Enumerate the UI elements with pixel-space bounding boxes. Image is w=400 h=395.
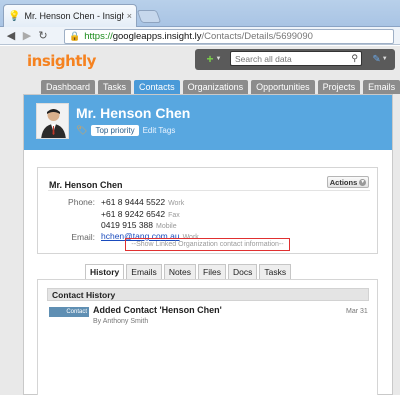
phone-type: Work: [168, 200, 185, 207]
history-item-author: By Anthony Smith: [93, 318, 149, 325]
phone-work: +61 8 9444 5522 Work: [101, 197, 184, 207]
search-field[interactable]: ⚲: [230, 51, 362, 66]
phone-number: 0419 915 388: [101, 220, 153, 230]
actions-label: Actions: [329, 177, 358, 187]
divider: [48, 190, 370, 191]
browser-tab[interactable]: 💡 Mr. Henson Chen - Insightl ×: [3, 4, 137, 27]
tag-top-priority[interactable]: Top priority: [91, 125, 139, 136]
lightbulb-favicon-icon: 💡: [8, 10, 21, 22]
nav-tab-organizations[interactable]: Organizations: [182, 80, 249, 94]
close-tab-icon[interactable]: ×: [127, 11, 132, 21]
content-tabs: History Emails Notes Files Docs Tasks: [85, 264, 292, 279]
phone-mobile: 0419 915 388 Mobile: [101, 220, 177, 230]
add-new-button[interactable]: + ▼: [201, 52, 227, 66]
url-host: googleapps.insight.ly: [112, 31, 202, 42]
history-header: Contact History: [47, 288, 369, 301]
nav-tab-projects[interactable]: Projects: [317, 80, 361, 94]
search-input[interactable]: [235, 54, 345, 64]
actions-button[interactable]: Actions ▼: [327, 176, 369, 188]
address-bar[interactable]: 🔒 https://googleapps.insight.ly/Contacts…: [64, 29, 394, 44]
back-icon[interactable]: ◀: [4, 29, 18, 43]
url-path: /Contacts/Details/5699090: [201, 31, 313, 42]
lock-icon: 🔒: [69, 31, 81, 41]
phone-label: Phone:: [68, 197, 95, 207]
tab-tasks[interactable]: Tasks: [259, 264, 292, 279]
tab-notes[interactable]: Notes: [163, 264, 197, 279]
browser-tab-title: Mr. Henson Chen - Insightl: [24, 11, 124, 21]
wrench-icon: ✎: [372, 53, 381, 65]
history-item-date: Mar 31: [346, 308, 368, 315]
contact-name-heading: Mr. Henson Chen: [76, 105, 191, 121]
tab-emails[interactable]: Emails: [126, 264, 162, 279]
settings-button[interactable]: ✎ ▼: [370, 52, 390, 66]
email-label: Email:: [71, 232, 95, 242]
history-item-badge: Contact: [49, 307, 89, 317]
nav-tab-contacts[interactable]: Contacts: [134, 80, 180, 94]
plus-icon: +: [206, 52, 214, 66]
search-icon[interactable]: ⚲: [351, 53, 358, 64]
nav-tab-tasks[interactable]: Tasks: [98, 80, 132, 94]
url-scheme: https://: [84, 31, 113, 42]
history-item-title[interactable]: Added Contact 'Henson Chen': [93, 305, 222, 315]
tag-icon: 🏷: [76, 125, 88, 135]
forward-icon[interactable]: ▶: [20, 29, 34, 43]
tab-history[interactable]: History: [85, 264, 125, 279]
show-linked-org-link[interactable]: --Show Linked Organization contact infor…: [125, 238, 290, 251]
nav-tab-opportunities[interactable]: Opportunities: [251, 80, 315, 94]
contact-banner: [24, 95, 392, 150]
chevron-down-icon: ▼: [359, 178, 367, 186]
new-tab-button[interactable]: [136, 10, 162, 23]
chevron-down-icon: ▼: [381, 56, 388, 62]
insightly-logo[interactable]: insightly: [27, 52, 96, 70]
chevron-down-icon: ▼: [215, 56, 222, 62]
main-nav: Dashboard Tasks Contacts Organizations O…: [41, 80, 400, 94]
phone-number: +61 8 9444 5522: [101, 197, 166, 207]
avatar[interactable]: [36, 103, 69, 139]
person-photo-icon: [37, 104, 68, 138]
edit-tags-link[interactable]: Edit Tags: [143, 126, 176, 135]
contact-info-title: Mr. Henson Chen: [49, 180, 123, 190]
phone-number: +61 8 9242 6542: [101, 209, 166, 219]
tab-files[interactable]: Files: [198, 264, 226, 279]
reload-icon[interactable]: ↻: [36, 29, 50, 43]
nav-tab-dashboard[interactable]: Dashboard: [41, 80, 96, 94]
phone-type: Mobile: [156, 223, 177, 230]
phone-fax: +61 8 9242 6542 Fax: [101, 209, 180, 219]
nav-tab-emails[interactable]: Emails: [363, 80, 400, 94]
tag-row: 🏷 Top priority Edit Tags: [76, 125, 175, 136]
tab-docs[interactable]: Docs: [227, 264, 258, 279]
phone-type: Fax: [168, 212, 180, 219]
